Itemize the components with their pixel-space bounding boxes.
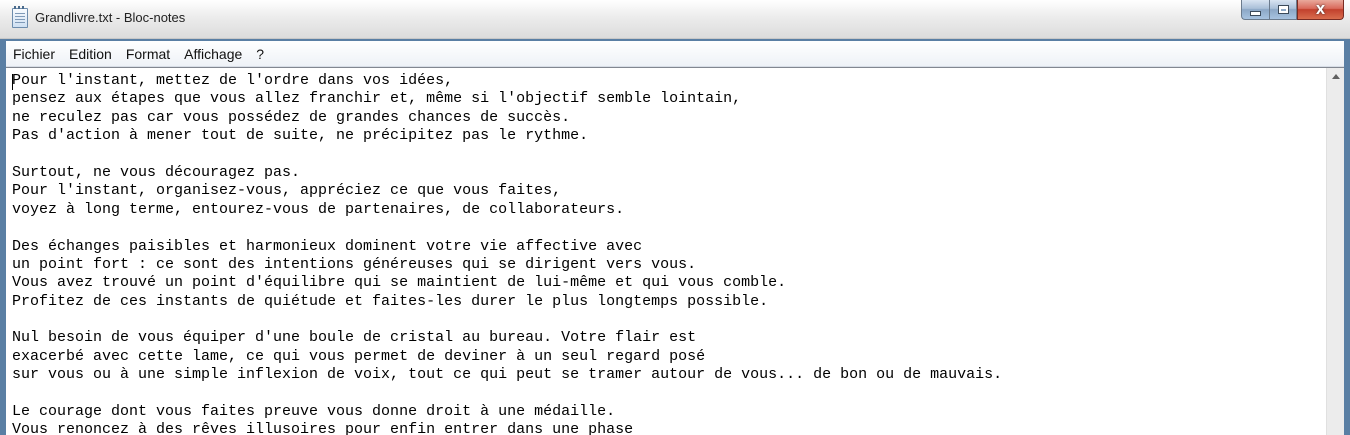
- title-bar[interactable]: Grandlivre.txt - Bloc-notes X: [0, 0, 1350, 39]
- text-line: Profitez de ces instants de quiétude et …: [12, 292, 769, 310]
- text-editor[interactable]: Pour l'instant, mettez de l'ordre dans v…: [6, 67, 1344, 435]
- close-icon: X: [1315, 2, 1326, 17]
- text-line: un point fort : ce sont des intentions g…: [12, 255, 697, 273]
- scroll-up-arrow-icon: [1331, 74, 1340, 79]
- minimize-button[interactable]: [1241, 0, 1269, 20]
- document-text[interactable]: Pour l'instant, mettez de l'ordre dans v…: [12, 72, 1317, 435]
- text-line: pensez aux étapes que vous allez franchi…: [12, 90, 742, 108]
- text-line: Vous avez trouvé un point d'équilibre qu…: [12, 274, 787, 292]
- close-button[interactable]: X: [1297, 0, 1344, 20]
- text-line: [12, 219, 1317, 237]
- minimize-icon: [1250, 10, 1261, 16]
- text-line: Le courage dont vous faites preuve vous …: [12, 403, 616, 421]
- maximize-icon: [1277, 5, 1289, 14]
- notepad-icon[interactable]: [12, 6, 28, 28]
- notepad-window: Grandlivre.txt - Bloc-notes X Fichier Ed…: [0, 0, 1350, 435]
- menu-format[interactable]: Format: [119, 43, 177, 65]
- text-line: Des échanges paisibles et harmonieux dom…: [12, 237, 643, 255]
- text-line: exacerbé avec cette lame, ce qui vous pe…: [12, 347, 706, 365]
- text-line: voyez à long terme, entourez-vous de par…: [12, 200, 625, 218]
- scroll-up-button[interactable]: [1327, 68, 1344, 85]
- text-line: Pour l'instant, mettez de l'ordre dans v…: [12, 72, 454, 89]
- menu-view[interactable]: Affichage: [177, 43, 249, 65]
- window-controls: X: [1241, 0, 1344, 22]
- text-line: [12, 311, 1317, 329]
- text-line: Pas d'action à mener tout de suite, ne p…: [12, 127, 589, 145]
- text-line: ne reculez pas car vous possédez de gran…: [12, 108, 571, 126]
- window-title: Grandlivre.txt - Bloc-notes: [35, 10, 186, 25]
- vertical-scrollbar[interactable]: [1326, 68, 1344, 435]
- text-caret: [12, 74, 13, 90]
- text-line: sur vous ou à une simple inflexion de vo…: [12, 366, 1003, 384]
- menu-file[interactable]: Fichier: [6, 43, 62, 65]
- text-line: [12, 146, 1317, 164]
- maximize-button[interactable]: [1269, 0, 1297, 20]
- text-line: Surtout, ne vous découragez pas.: [12, 163, 301, 181]
- text-line: Vous renoncez à des rêves illusoires pou…: [12, 421, 634, 435]
- text-line: [12, 385, 1317, 403]
- text-line: Nul besoin de vous équiper d'une boule d…: [12, 329, 697, 347]
- menu-help[interactable]: ?: [249, 43, 271, 65]
- menu-edit[interactable]: Edition: [62, 43, 119, 65]
- text-line: Pour l'instant, organisez-vous, apprécie…: [12, 182, 562, 200]
- menu-bar: Fichier Edition Format Affichage ?: [6, 41, 1344, 67]
